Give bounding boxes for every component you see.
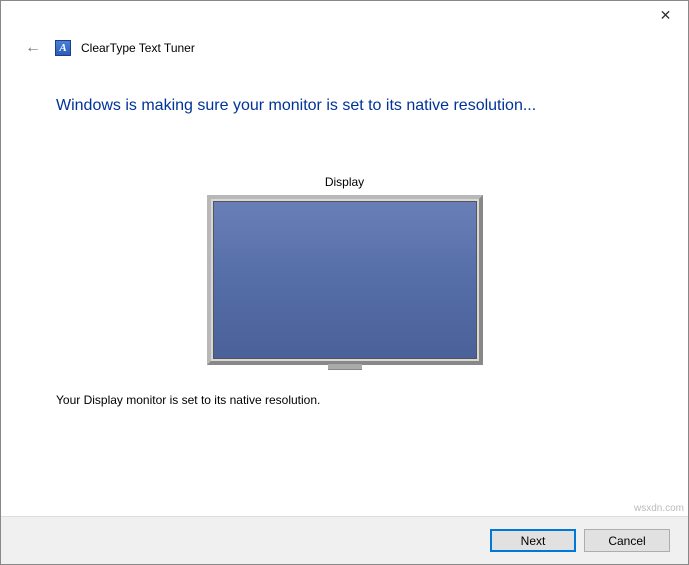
cancel-button[interactable]: Cancel [584,529,670,552]
wizard-header: ← A ClearType Text Tuner [1,29,688,77]
display-preview-area: Display [56,175,633,365]
next-button[interactable]: Next [490,529,576,552]
status-text: Your Display monitor is set to its nativ… [56,393,633,407]
titlebar: ✕ [1,1,688,29]
display-label: Display [56,175,633,189]
watermark: wsxdn.com [634,503,684,514]
window-title: ClearType Text Tuner [81,41,195,55]
page-heading: Windows is making sure your monitor is s… [56,97,633,115]
back-arrow-icon[interactable]: ← [21,37,45,59]
monitor-icon [207,195,483,365]
close-button[interactable]: ✕ [643,1,688,29]
content-area: Windows is making sure your monitor is s… [1,77,688,407]
close-icon: ✕ [660,7,672,24]
wizard-footer: Next Cancel [1,516,688,564]
app-icon: A [55,40,71,56]
